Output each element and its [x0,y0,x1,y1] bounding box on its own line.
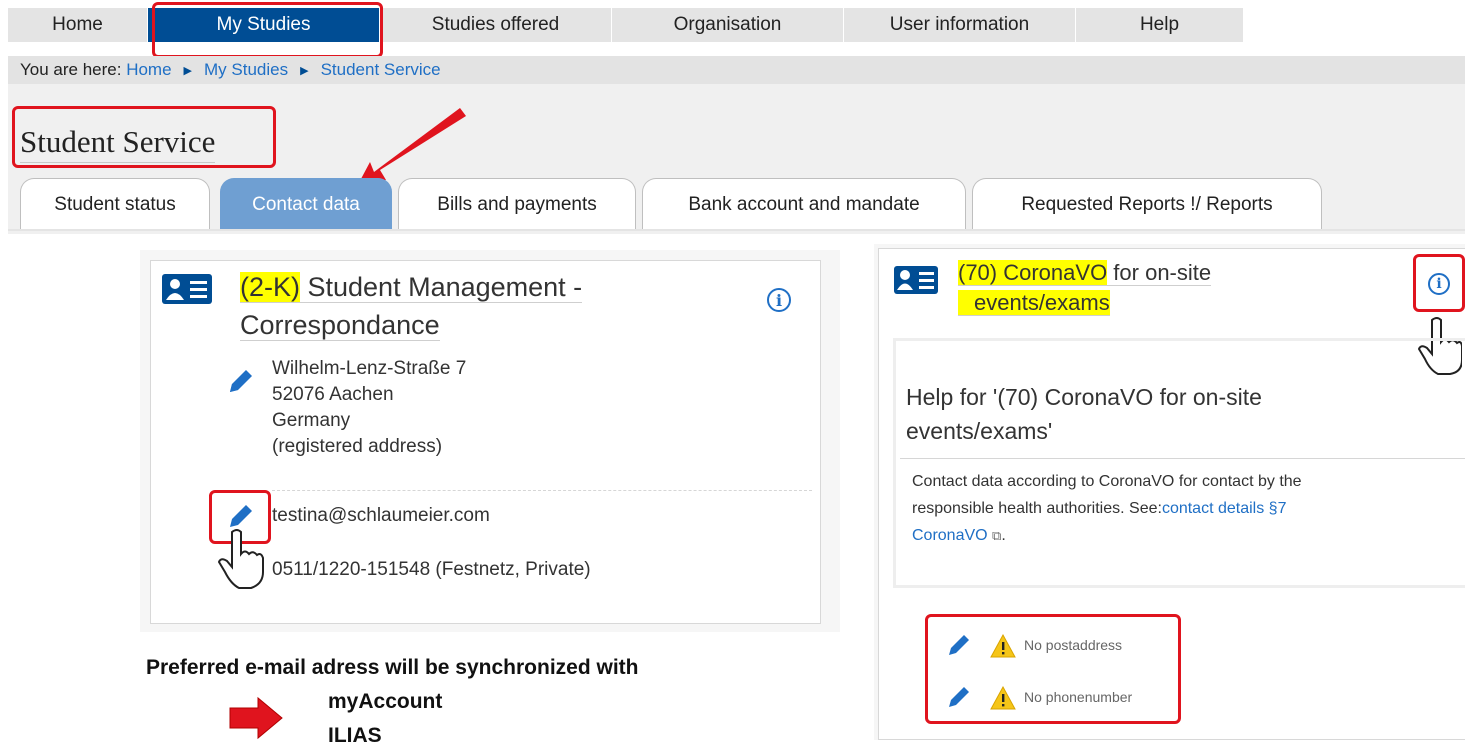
sync-note-line2: myAccount [328,690,443,713]
breadcrumb: You are here: Home ▶ My Studies ▶ Studen… [8,56,1465,84]
nav-studies-offered-label: Studies offered [431,14,560,35]
left-card-title-code: (2-K) [240,272,300,302]
email-value: testina@schlaumeier.com [272,505,490,526]
address-type: (registered address) [272,436,443,457]
breadcrumb-prefix: You are here: [20,60,122,79]
tab-bank-account-and-mandate-label: Bank account and mandate [688,193,920,215]
help-text-end: . [1001,527,1006,544]
pencil-icon[interactable] [946,684,972,710]
no-postaddress-text: No postaddress [1024,637,1123,653]
tab-bills-and-payments[interactable]: Bills and payments [398,178,636,230]
help-text: Contact data according to CoronaVO for c… [912,468,1302,549]
info-icon[interactable]: i [1428,273,1450,295]
tab-student-status-label: Student status [54,193,176,215]
address-street: Wilhelm-Lenz-Straße 7 [272,358,467,379]
sync-note-line3: ILIAS [328,724,382,747]
arrow-right-icon [229,696,283,740]
nav-home-label: Home [52,14,103,35]
pencil-icon[interactable] [226,501,254,531]
nav-help-label: Help [1139,14,1180,35]
right-card-title-rest: for on-site [1107,260,1212,285]
nav-organisation[interactable]: Organisation [612,8,844,42]
tab-contact-data-label: Contact data [252,193,360,215]
external-link-icon: ⧉ [992,528,1002,543]
help-text-line2: responsible health authorities. See: [912,500,1162,517]
help-text-line1: Contact data according to CoronaVO for c… [912,473,1302,490]
tab-bank-account-and-mandate[interactable]: Bank account and mandate [642,178,966,230]
nav-home[interactable]: Home [8,8,148,42]
tab-requested-reports-label: Requested Reports !/ Reports [1021,193,1273,215]
tab-requested-reports[interactable]: Requested Reports !/ Reports [972,178,1322,230]
address-block: Wilhelm-Lenz-Straße 7 52076 Aachen Germa… [272,356,466,460]
nav-studies-offered[interactable]: Studies offered [380,8,612,42]
nav-organisation-label: Organisation [673,14,782,35]
right-card-title-code: (70) CoronaVO [958,260,1108,285]
help-title-line2: events/exams' [906,418,1053,444]
pencil-icon[interactable] [226,366,254,396]
right-card-title: (70) CoronaVO for on-site events/exams [958,258,1212,318]
breadcrumb-home-link[interactable]: Home [126,60,171,80]
help-title-line1: Help for '(70) CoronaVO for on-site [906,384,1262,410]
breadcrumb-my-studies-link[interactable]: My Studies [204,60,288,80]
address-city: 52076 Aachen [272,384,394,405]
coronavo-link[interactable]: CoronaVO [912,527,988,544]
right-card-title-line2: events/exams [958,290,1110,316]
left-card-title-line2: Correspondance [240,310,440,341]
tab-contact-data[interactable]: Contact data [220,178,392,230]
help-title: Help for '(70) CoronaVO for on-site even… [906,380,1262,448]
breadcrumb-student-service-link[interactable]: Student Service [321,60,441,80]
left-card-title: (2-K) Student Management - Correspondanc… [240,268,583,344]
tab-student-status[interactable]: Student status [20,178,210,230]
hand-cursor-icon [218,529,264,589]
chevron-right-icon: ▶ [183,64,193,77]
nav-help[interactable]: Help [1076,8,1244,42]
tab-baseline [8,229,1465,231]
chevron-right-icon: ▶ [300,64,309,77]
sync-note-line1: Preferred e-mail adress will be synchron… [146,656,639,679]
contact-card-icon [162,274,212,304]
annotation-highlight-page-title [12,106,276,168]
nav-user-information[interactable]: User information [844,8,1076,42]
phone-value: 0511/1220-151548 (Festnetz, Private) [272,559,591,580]
tab-bills-and-payments-label: Bills and payments [437,193,597,215]
warning-icon [990,686,1016,710]
help-panel [893,338,1465,588]
contact-details-link[interactable]: contact details §7 [1162,500,1287,517]
info-icon[interactable]: i [767,288,791,312]
warning-icon [990,634,1016,658]
no-phonenumber-text: No phonenumber [1024,689,1133,705]
annotation-highlight-my-studies [152,2,383,58]
divider [900,458,1465,459]
pencil-icon[interactable] [946,632,972,658]
contact-card-icon [894,266,938,294]
left-card-title-line1: Student Management - [300,272,583,302]
nav-user-information-label: User information [889,14,1030,35]
address-country: Germany [272,410,351,431]
divider [272,490,812,491]
